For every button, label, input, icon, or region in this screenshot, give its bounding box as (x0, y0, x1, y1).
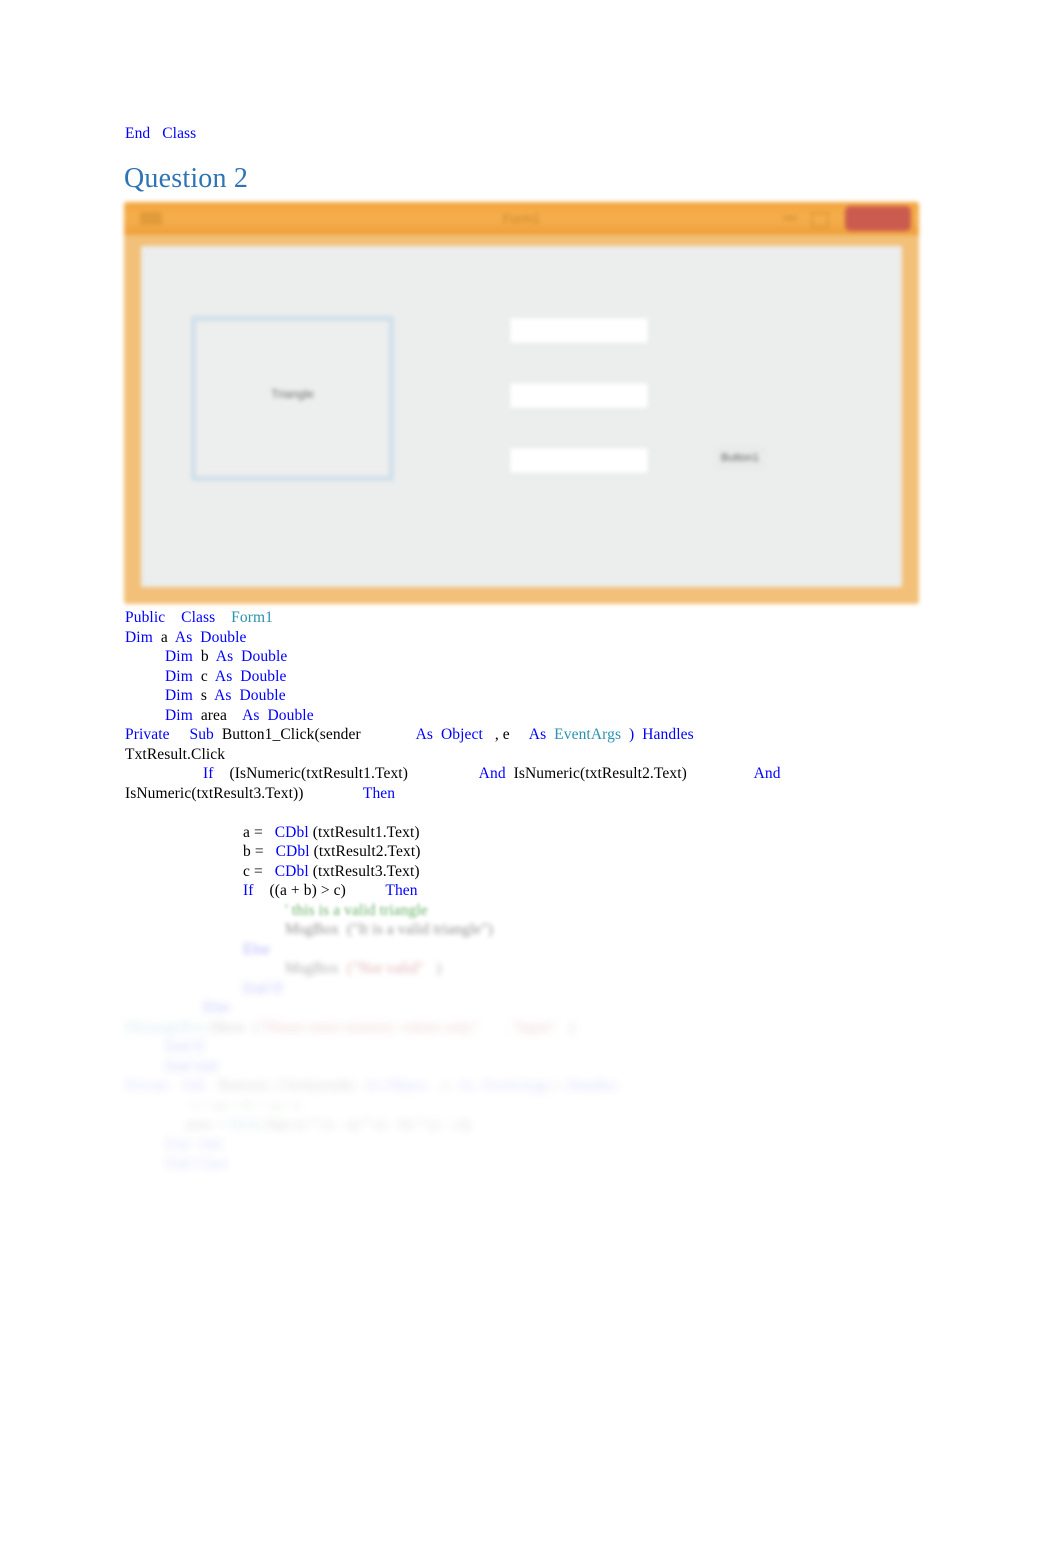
txtresult3-input[interactable] (509, 447, 649, 474)
line-end-class-2: End Class (165, 1155, 229, 1172)
line-if-sum: If ((a + b) > c) Then (243, 882, 418, 899)
compute-button[interactable]: Button1 (714, 446, 766, 470)
line-private-sub: Private Sub Button1_Click(sender As Obje… (125, 726, 694, 743)
maximize-icon[interactable] (811, 212, 829, 228)
line-comment-valid: ' this is a valid triangle (285, 901, 428, 919)
vb-code-listing: Public Class Form1 Dim a As Double Dim b A… (125, 608, 925, 1174)
txtresult2-input[interactable] (509, 382, 649, 409)
line-txtresult-click: TxtResult.Click (125, 745, 226, 763)
vb-form-screenshot: Form1 Triangle Button1 (124, 202, 919, 604)
picture-panel-label: Triangle (271, 387, 314, 401)
line-msgbox-invalid: MsgBox ("Not valid" ) (285, 960, 442, 977)
line-endif-1: End If (243, 979, 283, 997)
line-else-1: Else (243, 940, 271, 958)
line-isnumeric3-then: IsNumeric(txtResult3.Text)) Then (125, 784, 396, 802)
line-dim-b: Dim b As Double (165, 648, 288, 665)
line-dim-s: Dim s As Double (165, 687, 286, 704)
line-if-isnumeric: If (IsNumeric(txtResult1.Text) And IsNum… (203, 765, 781, 782)
class-keyword: Class (162, 125, 197, 142)
form-titlebar: Form1 (124, 202, 919, 235)
page-title: Question 2 (124, 163, 249, 194)
line-end-sub-1: End Sub (165, 1057, 219, 1075)
line-comment-heron: ' s = (a + b + c) / 2 (185, 1096, 301, 1114)
minimize-icon[interactable] (783, 216, 797, 220)
line-private-sub-2: Private Sub Button2_Click(sender As Obje… (125, 1077, 619, 1094)
document-page: End Class Question 2 Form1 Triangle Butt… (0, 0, 1062, 1556)
end-keyword: End (125, 125, 151, 142)
line-else-2: Else (203, 999, 231, 1016)
form-client-area: Triangle Button1 (141, 246, 902, 587)
line-dim-area: Dim area As Double (165, 706, 314, 724)
txtresult1-input[interactable] (509, 317, 649, 344)
line-c-assign: c = CDbl (txtResult3.Text) (243, 862, 420, 880)
line-dim-c: Dim c As Double (165, 667, 287, 685)
line-blank-1 (125, 803, 925, 823)
line-area-formula: area = Math.Sqrt (s * (s - a) * (s - b) … (185, 1116, 471, 1133)
line-dim-a: Dim a As Double (125, 628, 247, 646)
close-button[interactable] (845, 206, 911, 231)
end-class-line: End Class (125, 124, 196, 144)
line-endif-2: End If (165, 1038, 205, 1055)
line-msgbox-numeric: MessageBox.Show ("Please enter numeric v… (125, 1018, 575, 1036)
line-public-class: Public Class Form1 (125, 609, 273, 626)
line-a-assign: a = CDbl (txtResult1.Text) (243, 823, 420, 841)
form-title-label: Form1 (502, 211, 541, 226)
line-b-assign: b = CDbl (txtResult2.Text) (243, 843, 421, 860)
triangle-picture-panel[interactable]: Triangle (191, 316, 394, 481)
line-msgbox-valid: MsgBox ("It is a valid triangle") (285, 921, 494, 938)
line-endsub-2: End Sub (165, 1135, 223, 1153)
